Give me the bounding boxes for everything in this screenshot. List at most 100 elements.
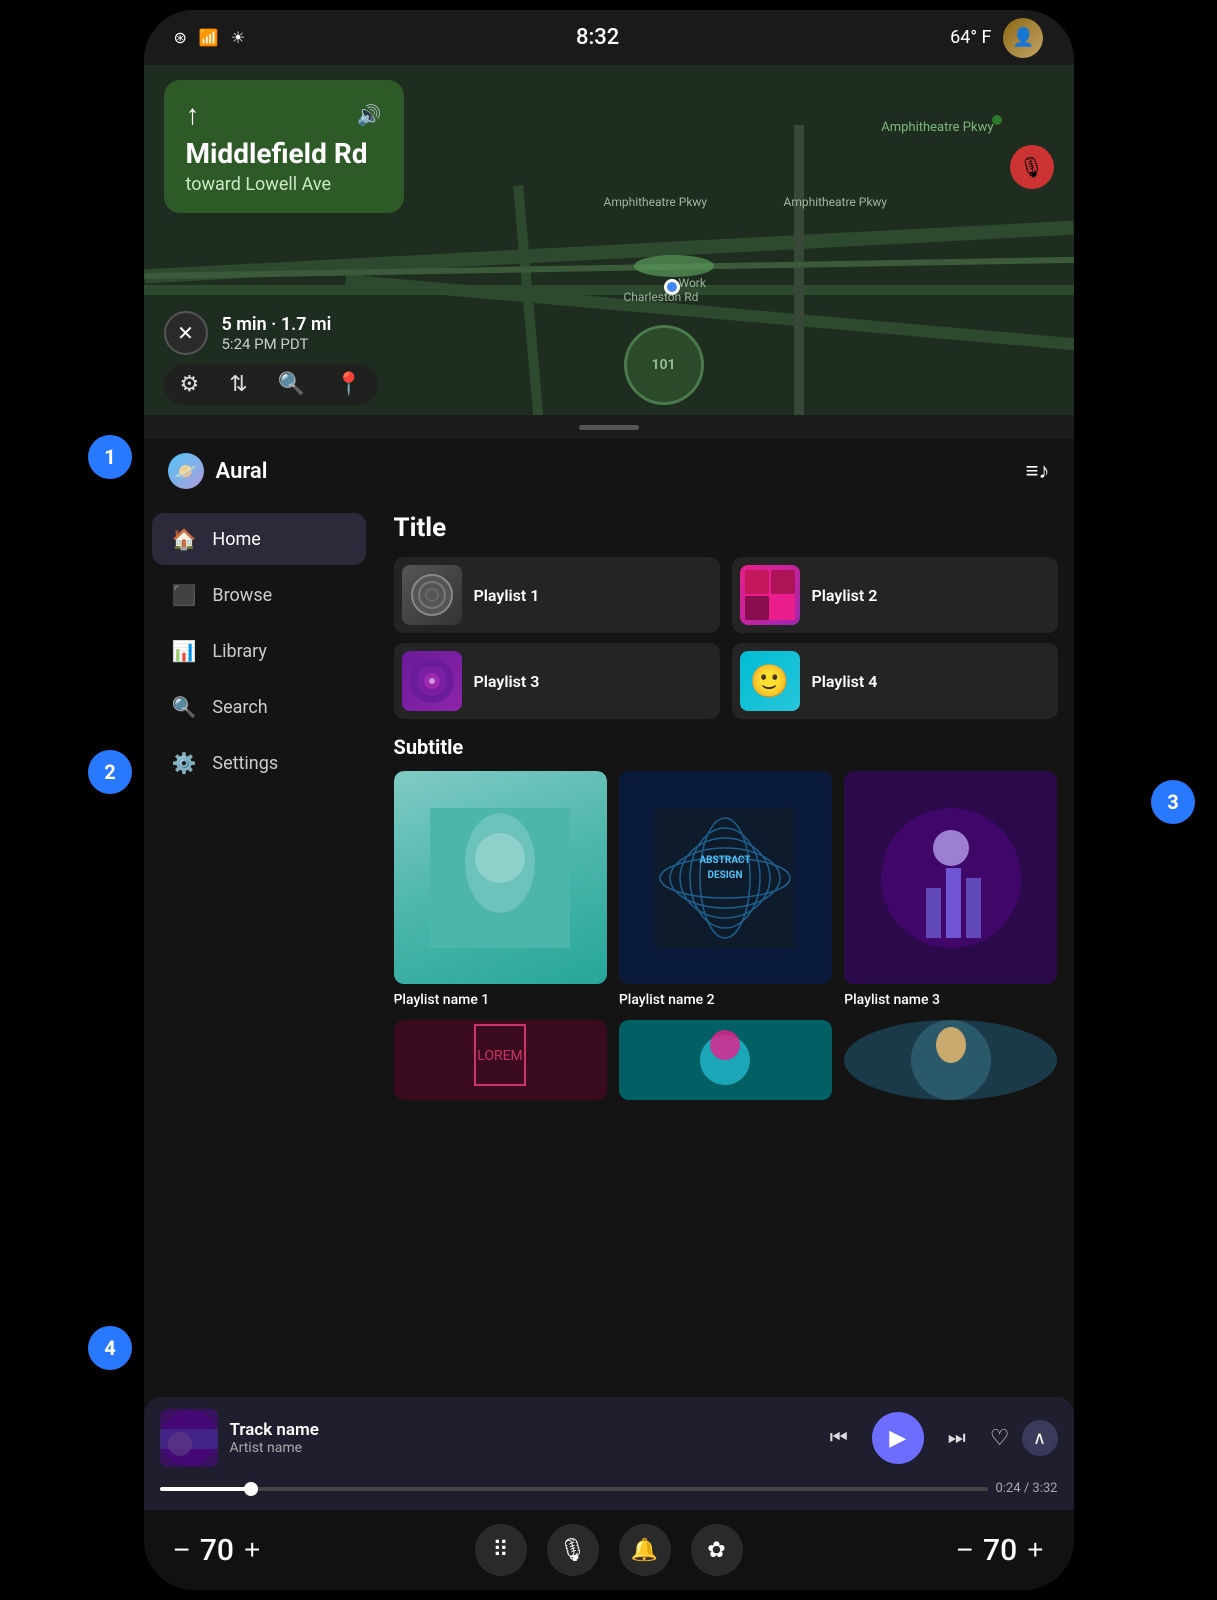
browse-icon: ⬛: [172, 583, 197, 607]
vol-control-right: − 70 +: [957, 1533, 1044, 1568]
vol-up-left-button[interactable]: +: [244, 1534, 260, 1566]
search-icon: 🔍: [172, 695, 197, 719]
temperature: 64° F: [950, 27, 991, 48]
close-nav-button[interactable]: ✕: [164, 311, 208, 355]
annotation-1: 1: [88, 435, 132, 479]
playlist-4-thumb: 🙂: [740, 651, 800, 711]
playlist-cards-row1: Playlist name 1: [394, 771, 1058, 1008]
app-logo: 🪐 Aural: [168, 453, 268, 489]
fan-button[interactable]: ✿: [691, 1524, 743, 1576]
vol-left-number: 70: [200, 1533, 234, 1568]
playlist-1-thumb: [402, 565, 462, 625]
nav-volume-icon[interactable]: 🔊: [357, 103, 382, 127]
bell-button[interactable]: 🔔: [619, 1524, 671, 1576]
route-icon[interactable]: ⇅: [229, 372, 247, 397]
sidebar-item-settings-label: Settings: [212, 753, 278, 774]
trip-eta: 5:24 PM PDT: [222, 335, 332, 353]
like-button[interactable]: ♡: [990, 1425, 1010, 1451]
annotation-2: 2: [88, 750, 132, 794]
playlist-card-5[interactable]: [619, 1020, 832, 1108]
playlist-2-thumb: [740, 565, 800, 625]
vol-right-number: 70: [983, 1533, 1017, 1568]
track-artwork: [160, 1409, 218, 1467]
search-map-icon[interactable]: 🔍: [278, 372, 305, 397]
playlist-card-3[interactable]: Playlist name 3: [844, 771, 1057, 1008]
trip-duration-distance: 5 min · 1.7 mi: [222, 314, 332, 335]
playlist-card-2-name: Playlist name 2: [619, 992, 832, 1008]
playlist-card-3-thumb: [844, 771, 1057, 984]
vol-down-left-button[interactable]: −: [174, 1534, 190, 1566]
nav-toward: toward Lowell Ave: [186, 174, 382, 195]
svg-text:ABSTRACT: ABSTRACT: [700, 855, 751, 866]
play-pause-button[interactable]: ▶: [872, 1412, 924, 1464]
playlist-item-3[interactable]: Playlist 3: [394, 643, 720, 719]
vol-down-right-button[interactable]: −: [957, 1534, 973, 1566]
playlist-item-4[interactable]: 🙂 Playlist 4: [732, 643, 1058, 719]
sidebar-item-settings[interactable]: ⚙️ Settings: [152, 737, 366, 789]
next-track-button[interactable]: ⏭: [936, 1417, 978, 1459]
playlist-card-4-thumb: LOREM: [394, 1020, 607, 1100]
voice-btn[interactable]: 🎙: [1010, 145, 1054, 189]
sidebar-item-home-label: Home: [212, 529, 260, 550]
playlist-1-name: Playlist 1: [474, 586, 540, 605]
sidebar-item-home[interactable]: 🏠 Home: [152, 513, 366, 565]
playlist-4-name: Playlist 4: [812, 672, 878, 691]
sidebar-item-browse[interactable]: ⬛ Browse: [152, 569, 366, 621]
annotation-4: 4: [88, 1326, 132, 1370]
content-area: 🏠 Home ⬛ Browse 📊 Library 🔍 Search ⚙️: [144, 503, 1074, 1397]
status-right: 64° F 👤: [950, 18, 1043, 58]
settings-icon: ⚙️: [172, 751, 197, 775]
playlist-card-2-thumb: ABSTRACT DESIGN: [619, 771, 832, 984]
drag-handle[interactable]: [144, 415, 1074, 439]
playlist-card-4[interactable]: LOREM: [394, 1020, 607, 1108]
playlist-card-1-thumb: [394, 771, 607, 984]
brightness-icon: ☀: [231, 28, 245, 47]
svg-text:DESIGN: DESIGN: [708, 870, 743, 881]
playlist-item-2[interactable]: Playlist 2: [732, 557, 1058, 633]
now-playing-top: Track name Artist name ⏮ ▶ ⏭ ♡ ∧: [160, 1409, 1058, 1467]
app-header: 🪐 Aural ≡♪: [144, 439, 1074, 503]
artist-name: Artist name: [230, 1440, 806, 1456]
vol-up-right-button[interactable]: +: [1027, 1534, 1043, 1566]
playlist-3-name: Playlist 3: [474, 672, 540, 691]
playlist-card-6[interactable]: [844, 1020, 1057, 1108]
sidebar-item-library-label: Library: [212, 641, 267, 662]
progress-track[interactable]: [160, 1487, 988, 1491]
prev-track-button[interactable]: ⏮: [818, 1417, 860, 1459]
sidebar-item-library[interactable]: 📊 Library: [152, 625, 366, 677]
player-controls: ⏮ ▶ ⏭ ♡ ∧: [818, 1412, 1058, 1464]
expand-player-button[interactable]: ∧: [1022, 1420, 1058, 1456]
apps-grid-button[interactable]: ⠿: [475, 1524, 527, 1576]
vol-control-left: − 70 +: [174, 1533, 261, 1568]
svg-text:LOREM: LOREM: [477, 1048, 523, 1064]
playlist-card-1[interactable]: Playlist name 1: [394, 771, 607, 1008]
drag-bar: [579, 425, 639, 430]
music-app: 🪐 Aural ≡♪ 🏠 Home ⬛ Browse 📊 Library: [144, 439, 1074, 1510]
library-icon: 📊: [172, 639, 197, 663]
track-info: Track name Artist name: [230, 1420, 806, 1456]
playback-time: 0:24 / 3:32: [996, 1481, 1058, 1496]
queue-button[interactable]: ≡♪: [1026, 458, 1050, 484]
nav-street-name: Middlefield Rd: [186, 139, 382, 170]
map-area: 101 Work Amphitheatre Pkwy Amphitheatre …: [144, 65, 1074, 415]
playlist-cards-row2: LOREM: [394, 1020, 1058, 1108]
now-playing-bar: Track name Artist name ⏮ ▶ ⏭ ♡ ∧: [144, 1397, 1074, 1510]
playlist-card-2[interactable]: ABSTRACT DESIGN Playlist name 2: [619, 771, 832, 1008]
sidebar-item-search[interactable]: 🔍 Search: [152, 681, 366, 733]
pin-icon[interactable]: 📍: [335, 372, 362, 397]
bluetooth-icon: ⊛: [174, 28, 187, 47]
status-bar: ⊛ 📶 ☀ 8:32 64° F 👤: [144, 10, 1074, 65]
playlist-card-3-name: Playlist name 3: [844, 992, 1057, 1008]
home-icon: 🏠: [172, 527, 197, 551]
playlist-item-1[interactable]: Playlist 1: [394, 557, 720, 633]
user-avatar[interactable]: 👤: [1003, 18, 1043, 58]
shoreline-label: Amphitheatre Pkwy: [881, 120, 993, 135]
status-left: ⊛ 📶 ☀: [174, 28, 246, 47]
map-controls: ⚙ ⇅ 🔍 📍: [164, 364, 379, 405]
mic-button[interactable]: 🎙: [547, 1524, 599, 1576]
navigation-card: ↑ 🔊 Middlefield Rd toward Lowell Ave: [164, 80, 404, 213]
playlist-grid-row1: Playlist 1 Playlist 2: [394, 557, 1058, 633]
settings-map-icon[interactable]: ⚙: [180, 372, 200, 397]
playlist-3-thumb: [402, 651, 462, 711]
track-name: Track name: [230, 1420, 806, 1440]
